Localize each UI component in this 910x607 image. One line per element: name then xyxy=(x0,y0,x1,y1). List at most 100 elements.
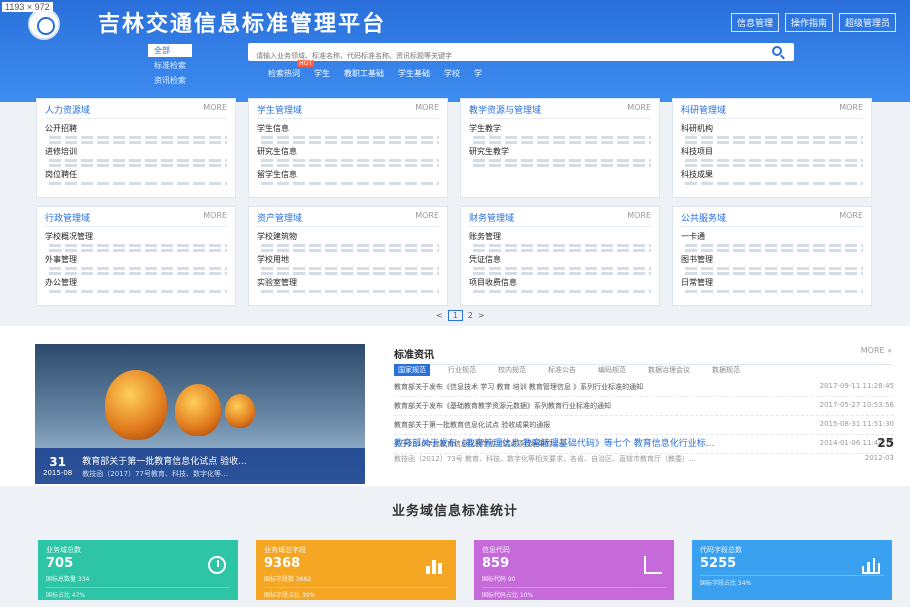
card-more-link[interactable]: MORE xyxy=(627,103,651,116)
next-page-button[interactable]: > xyxy=(478,311,485,320)
news-section-title: 标准资讯 xyxy=(394,350,434,361)
card-section[interactable]: 办公管理 xyxy=(45,277,227,288)
card-title[interactable]: 财务管理域 xyxy=(469,211,514,224)
hot-word[interactable]: 学生 xyxy=(314,68,330,79)
card-section[interactable]: 岗位聘任 xyxy=(45,169,227,180)
search-categories: 全部 标准检索 资讯检索 xyxy=(148,44,192,87)
card-section[interactable]: 学校建筑物 xyxy=(257,231,439,242)
hot-word[interactable]: 学校 xyxy=(444,68,460,79)
card-student: 学生管理域 MORE 学生信息 研究生信息 留学生信息 xyxy=(248,98,448,198)
card-section[interactable]: 凭证信息 xyxy=(469,254,651,265)
card-section[interactable]: 科技项目 xyxy=(681,146,863,157)
stat-ratio: 国标代码占比 10% xyxy=(482,587,666,599)
card-section[interactable]: 日常管理 xyxy=(681,277,863,288)
page-2-button[interactable]: 2 xyxy=(468,311,473,320)
card-section[interactable]: 学校用地 xyxy=(257,254,439,265)
stat-card-domains[interactable]: 业务域总数 705 国标总数量 334 国标占比 47% xyxy=(38,540,238,600)
card-section[interactable]: 研究生教学 xyxy=(469,146,651,157)
tab-industry[interactable]: 行业规范 xyxy=(444,364,480,376)
news-banner[interactable]: 31 2015-08 教育部关于第一批教育信息化试点 验收... 教技函（201… xyxy=(35,344,365,484)
hot-word[interactable]: 教职工基础 xyxy=(344,68,384,79)
tab-announcement[interactable]: 标准公告 xyxy=(544,364,580,376)
news-tabs: 国家规范 行业规范 校内规范 标准公告 编码规范 数据治理会议 数据规范 xyxy=(394,364,744,376)
stat-ratio: 国标字段占比 34% xyxy=(700,575,884,587)
card-section[interactable]: 学校概况管理 xyxy=(45,231,227,242)
tab-national[interactable]: 国家规范 xyxy=(394,364,430,376)
admin-button[interactable]: 超级管理员 xyxy=(838,13,896,32)
card-section[interactable]: 科研机构 xyxy=(681,123,863,134)
info-manage-button[interactable]: 信息管理 xyxy=(730,13,779,32)
card-title[interactable]: 资产管理域 xyxy=(257,211,302,224)
news-row[interactable]: 教育部关于发布《基础教育教学资源元数据》系列教育行业标准的通知 2017-05-2… xyxy=(394,397,894,416)
top-buttons: 信息管理 操作指南 超级管理员 xyxy=(730,13,896,32)
search-cat-news[interactable]: 资讯检索 xyxy=(148,74,192,87)
card-section[interactable]: 留学生信息 xyxy=(257,169,439,180)
news-more-link[interactable]: MORE » xyxy=(861,346,892,361)
stat-sub: 国标字段数 3662 xyxy=(264,576,312,583)
card-title[interactable]: 学生管理域 xyxy=(257,103,302,116)
card-section[interactable]: 外事管理 xyxy=(45,254,227,265)
tab-campus[interactable]: 校内规范 xyxy=(494,364,530,376)
card-section[interactable]: 研究生信息 xyxy=(257,146,439,157)
featured-news[interactable]: 教育部关于发布《教育管理信息 教育管理基础代码》等七个 教育信息化行业标... 2… xyxy=(394,436,894,464)
stat-ratio: 国标字段占比 39% xyxy=(264,587,448,599)
card-title[interactable]: 行政管理域 xyxy=(45,211,90,224)
line-chart-icon xyxy=(644,556,662,574)
stat-card-code-fields[interactable]: 代码字段总数 5255 国标字段占比 34% xyxy=(692,540,892,600)
card-more-link[interactable]: MORE xyxy=(415,103,439,116)
card-section[interactable]: 科技成果 xyxy=(681,169,863,180)
stat-card-fields[interactable]: 业务域总字段 9368 国标字段数 3662 国标字段占比 39% xyxy=(256,540,456,600)
card-title[interactable]: 人力资源域 xyxy=(45,103,90,116)
card-section[interactable]: 项目收费信息 xyxy=(469,277,651,288)
tab-coding[interactable]: 编码规范 xyxy=(594,364,630,376)
card-section[interactable]: 学生信息 xyxy=(257,123,439,134)
card-more-link[interactable]: MORE xyxy=(839,211,863,224)
card-more-link[interactable]: MORE xyxy=(839,103,863,116)
featured-news-title: 教育部关于发布《教育管理信息 教育管理基础代码》等七个 教育信息化行业标... xyxy=(394,439,715,449)
card-more-link[interactable]: MORE xyxy=(415,211,439,224)
tab-governance[interactable]: 数据治理会议 xyxy=(644,364,694,376)
balloon-image xyxy=(225,394,255,428)
stat-ratio: 国标占比 47% xyxy=(46,587,230,599)
guide-button[interactable]: 操作指南 xyxy=(784,13,833,32)
news-area: 31 2015-08 教育部关于第一批教育信息化试点 验收... 教技函（201… xyxy=(0,326,910,486)
clock-icon xyxy=(208,556,226,574)
card-teaching: 教学资源与管理域 MORE 学生教学 研究生教学 xyxy=(460,98,660,198)
card-title[interactable]: 公共服务域 xyxy=(681,211,726,224)
search-cat-all[interactable]: 全部 xyxy=(148,44,192,57)
card-section[interactable]: 账务管理 xyxy=(469,231,651,242)
banner-title[interactable]: 教育部关于第一批教育信息化试点 验收... xyxy=(82,454,246,467)
card-more-link[interactable]: MORE xyxy=(627,211,651,224)
card-section[interactable]: 图书管理 xyxy=(681,254,863,265)
page-1-button[interactable]: 1 xyxy=(447,310,463,321)
search-icon[interactable] xyxy=(772,46,782,56)
tab-data[interactable]: 数据规范 xyxy=(708,364,744,376)
card-more-link[interactable]: MORE xyxy=(203,211,227,224)
news-row[interactable]: 教育部关于发布《信息技术 学习 教育 培训 教育管理信息 》系列行业标准的通知 2… xyxy=(394,378,894,397)
hot-word[interactable]: 学 xyxy=(474,68,482,79)
featured-news-date: 2012-03 xyxy=(864,454,894,462)
stat-value: 705 xyxy=(46,556,74,571)
stat-label: 业务域总字段 xyxy=(264,546,306,554)
stat-label: 代码字段总数 xyxy=(700,546,742,554)
card-section[interactable]: 公开招聘 xyxy=(45,123,227,134)
card-title[interactable]: 科研管理域 xyxy=(681,103,726,116)
card-section[interactable]: 实验室管理 xyxy=(257,277,439,288)
search-box xyxy=(248,43,794,66)
news-row[interactable]: 教育部关于第一批教育信息化试点 验收成果的通报 2015-08-31 11:51:… xyxy=(394,416,894,435)
prev-page-button[interactable]: < xyxy=(436,311,443,320)
card-section[interactable]: 学生教学 xyxy=(469,123,651,134)
search-input[interactable] xyxy=(248,47,748,66)
news-row-title: 教育部关于第一批教育信息化试点 验收成果的通报 xyxy=(394,421,551,429)
search-cat-standard[interactable]: 标准检索 xyxy=(148,59,192,72)
stat-card-codes[interactable]: 信息代码 859 国标代码 90 国标代码占比 10% xyxy=(474,540,674,600)
card-assets: 资产管理域 MORE 学校建筑物 学校用地 实验室管理 xyxy=(248,206,448,306)
card-title[interactable]: 教学资源与管理域 xyxy=(469,103,541,116)
banner-date: 31 2015-08 xyxy=(43,455,72,477)
card-more-link[interactable]: MORE xyxy=(203,103,227,116)
hot-word[interactable]: 学生基础 xyxy=(398,68,430,79)
news-row-title: 教育部关于发布《信息技术 学习 教育 培训 教育管理信息 》系列行业标准的通知 xyxy=(394,383,644,391)
card-section[interactable]: 一卡通 xyxy=(681,231,863,242)
card-section[interactable]: 进修培训 xyxy=(45,146,227,157)
stat-sub: 国标代码 90 xyxy=(482,576,516,583)
